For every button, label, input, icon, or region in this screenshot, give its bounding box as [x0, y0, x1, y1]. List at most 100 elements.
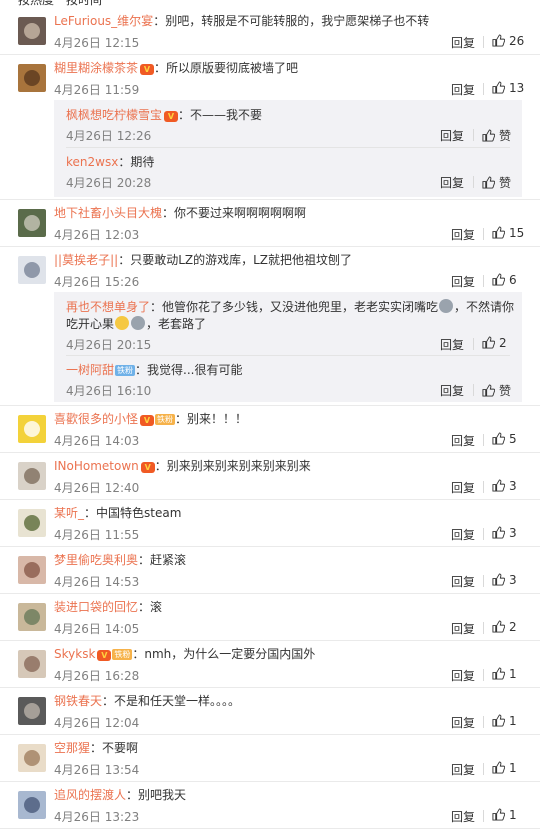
comment-line: ken2wsx：期待	[66, 154, 154, 170]
username-link[interactable]: 地下社畜小头目大槐	[54, 206, 162, 220]
reply-item: ken2wsx：期待 4月26日 20:28 回复 赞	[54, 147, 522, 194]
username-link[interactable]: 装进口袋的回忆	[54, 600, 138, 614]
like-count: 1	[509, 667, 517, 681]
like-button[interactable]: 赞	[482, 127, 511, 144]
username-link[interactable]: INoHometown	[54, 459, 139, 473]
avatar[interactable]	[18, 744, 46, 772]
reply-item: 枫枫想吃柠檬雪宝 V ：不——我不要 4月26日 12:26 回复 赞	[54, 100, 522, 147]
like-button[interactable]: 1	[492, 714, 517, 728]
thumb-up-icon	[492, 226, 509, 240]
reply-list: 枫枫想吃柠檬雪宝 V ：不——我不要 4月26日 12:26 回复赞 ken2wsx：期待…	[54, 100, 522, 197]
username-link[interactable]: ken2wsx	[66, 155, 118, 169]
avatar[interactable]	[18, 209, 46, 237]
avatar[interactable]	[18, 556, 46, 584]
username-link[interactable]: 喜歡很多的小怪	[54, 412, 138, 426]
sort-tabs[interactable]: 按热度 按时间	[18, 0, 102, 8]
like-button[interactable]: 3	[492, 573, 517, 587]
avatar[interactable]	[18, 697, 46, 725]
reply-button[interactable]: 回复	[451, 432, 475, 449]
comment-text-cont: 吃开心果	[66, 317, 115, 331]
comment-time: 4月26日 14:53	[54, 575, 140, 589]
username-link[interactable]: 再也不想单身了	[66, 300, 150, 314]
thumb-up-icon	[492, 714, 509, 728]
comment-time: 4月26日 16:28	[54, 669, 140, 683]
vip-icon: V	[97, 650, 112, 661]
username-link[interactable]: 一树阿甜	[66, 363, 114, 377]
like-button[interactable]: 赞	[482, 174, 511, 191]
comment-item: LeFurious_维尔宴：别吧，转服是不可能转服的，我宁愿架梯子也不转 4月26…	[0, 8, 540, 55]
username-link[interactable]: LeFurious_维尔宴	[54, 14, 153, 28]
like-button[interactable]: 2	[482, 336, 507, 350]
thumb-up-icon	[492, 761, 509, 775]
username-link[interactable]: 糊里糊涂檬茶茶	[54, 61, 138, 75]
reply-button[interactable]: 回复	[451, 667, 475, 684]
like-button[interactable]: 3	[492, 479, 517, 493]
reply-button[interactable]: 回复	[440, 382, 464, 399]
comment-text: ：所以原版要彻底被墙了吧	[154, 61, 299, 75]
username-link[interactable]: 钢铁春天	[54, 694, 102, 708]
avatar[interactable]	[18, 256, 46, 284]
avatar[interactable]	[18, 415, 46, 443]
avatar[interactable]	[18, 509, 46, 537]
reply-button[interactable]: 回复	[451, 226, 475, 243]
reply-button[interactable]: 回复	[440, 174, 464, 191]
comment-time: 4月26日 12:15	[54, 36, 140, 50]
username-link[interactable]: 某听_	[54, 506, 84, 520]
like-button[interactable]: 26	[492, 34, 524, 48]
reply-button[interactable]: 回复	[451, 479, 475, 496]
username-link[interactable]: Skyksk	[54, 647, 95, 661]
comment-item: 装进口袋的回忆：滚 4月26日 14:05 回复 2	[0, 594, 540, 641]
comment-time: 4月26日 13:23	[54, 810, 140, 824]
avatar[interactable]	[18, 462, 46, 490]
like-button[interactable]: 1	[492, 808, 517, 822]
reply-button[interactable]: 回复	[451, 761, 475, 778]
reply-button[interactable]: 回复	[451, 81, 475, 98]
divider	[483, 83, 484, 95]
reply-item: 一树阿甜 铁粉 ：我觉得...很有可能 4月26日 16:10 回复 赞	[54, 355, 522, 402]
comment-line: 地下社畜小头目大槐：你不要过来啊啊啊啊啊啊	[54, 205, 306, 221]
like-count: 赞	[499, 176, 512, 190]
like-button[interactable]: 赞	[482, 382, 511, 399]
username-link[interactable]: ||莫挨老子||	[54, 253, 118, 267]
comment-text: ：别吧，转服是不可能转服的，我宁愿架梯子也不转	[153, 14, 430, 28]
reply-button[interactable]: 回复	[451, 273, 475, 290]
comment-line-2: 吃开心果 ，老套路了	[66, 316, 206, 332]
like-button[interactable]: 15	[492, 226, 524, 240]
reply-button[interactable]: 回复	[451, 526, 475, 543]
reply-button[interactable]: 回复	[451, 714, 475, 731]
username-link[interactable]: 梦里偷吃奥利奥	[54, 553, 138, 567]
avatar[interactable]	[18, 64, 46, 92]
like-button[interactable]: 6	[492, 273, 517, 287]
comment-time: 4月26日 11:59	[54, 83, 140, 97]
comment-text: ：不是和任天堂一样。。。。	[102, 694, 241, 708]
comment-time: 4月26日 15:26	[54, 275, 140, 289]
like-button[interactable]: 2	[492, 620, 517, 634]
like-button[interactable]: 1	[492, 667, 517, 681]
comment-line: 枫枫想吃柠檬雪宝 V ：不——我不要	[66, 107, 262, 123]
comment-text-cont: ，老套路了	[146, 317, 207, 331]
like-button[interactable]: 3	[492, 526, 517, 540]
comment-text: ：nmh，为什么一定要分国内国外	[132, 647, 316, 661]
username-link[interactable]: 空那猩	[54, 741, 90, 755]
avatar[interactable]	[18, 17, 46, 45]
avatar[interactable]	[18, 650, 46, 678]
like-button[interactable]: 5	[492, 432, 517, 446]
avatar[interactable]	[18, 791, 46, 819]
divider	[483, 669, 484, 681]
username-link[interactable]: 追风的摆渡人	[54, 788, 126, 802]
reply-button[interactable]: 回复	[451, 620, 475, 637]
like-button[interactable]: 13	[492, 81, 524, 95]
reply-button[interactable]: 回复	[451, 34, 475, 51]
vip-icon: V	[140, 462, 155, 473]
reply-button[interactable]: 回复	[440, 127, 464, 144]
username-link[interactable]: 枫枫想吃柠檬雪宝	[66, 108, 162, 122]
thumb-up-icon	[492, 573, 509, 587]
thumb-up-icon	[492, 808, 509, 822]
avatar[interactable]	[18, 603, 46, 631]
reply-button[interactable]: 回复	[451, 573, 475, 590]
reply-button[interactable]: 回复	[440, 336, 464, 353]
reply-button[interactable]: 回复	[451, 808, 475, 825]
like-button[interactable]: 1	[492, 761, 517, 775]
comment-item: 钢铁春天：不是和任天堂一样。。。。 4月26日 12:04 回复 1	[0, 688, 540, 735]
comment-time: 4月26日 14:03	[54, 434, 140, 448]
